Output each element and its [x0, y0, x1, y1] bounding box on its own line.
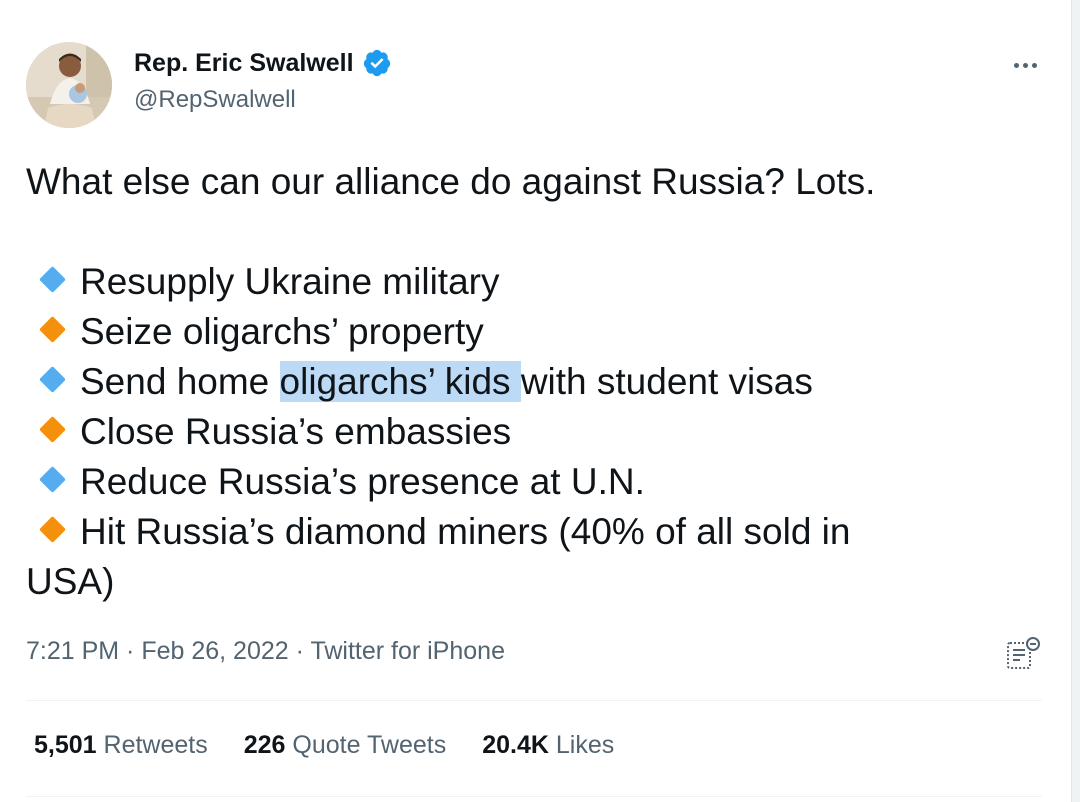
more-options-icon[interactable] [1010, 50, 1040, 80]
tweet-list-item: Resupply Ukraine military [26, 257, 1026, 307]
tweet-intro: What else can our alliance do against Ru… [26, 161, 876, 202]
divider [26, 796, 1042, 797]
tweet-list-item-continued: USA) [26, 561, 115, 602]
tweet-list-item: Reduce Russia’s presence at U.N. [26, 457, 1026, 507]
author-name-row[interactable]: Rep. Eric Swalwell [134, 48, 392, 78]
page-scroll-gutter [1072, 0, 1080, 802]
orange-diamond-icon [26, 516, 80, 546]
tweet-list-item: Seize oligarchs’ property [26, 307, 1026, 357]
author-display-name[interactable]: Rep. Eric Swalwell [134, 49, 354, 78]
orange-diamond-icon [26, 416, 80, 446]
meta-separator: · [288, 637, 311, 665]
blue-diamond-icon [26, 366, 80, 396]
divider [26, 700, 1042, 701]
meta-separator: · [119, 637, 142, 665]
tweet-stats: 5,501 Retweets 226 Quote Tweets 20.4K Li… [34, 731, 650, 760]
verified-badge-icon [363, 49, 390, 77]
tweet-list-item: Send home oligarchs’ kids with student v… [26, 357, 1026, 407]
blue-diamond-icon [26, 266, 80, 296]
blue-diamond-icon [26, 466, 80, 496]
orange-diamond-icon [26, 316, 80, 346]
tweet-date[interactable]: Feb 26, 2022 [141, 637, 288, 665]
text-selection-highlight[interactable]: oligarchs’ kids [279, 361, 521, 402]
avatar[interactable] [26, 42, 112, 128]
tweet-time[interactable]: 7:21 PM [26, 637, 119, 665]
retweets-stat[interactable]: 5,501 Retweets [34, 731, 208, 760]
tweet-text: What else can our alliance do against Ru… [26, 157, 1026, 607]
tweet-list-item: Hit Russia’s diamond miners (40% of all … [26, 507, 1026, 557]
tweet-meta: 7:21 PM · Feb 26, 2022 · Twitter for iPh… [26, 637, 505, 666]
tweet-list-item: Close Russia’s embassies [26, 407, 1026, 457]
author-handle[interactable]: @RepSwalwell [134, 86, 296, 114]
quote-tweets-stat[interactable]: 226 Quote Tweets [244, 731, 446, 760]
likes-stat[interactable]: 20.4K Likes [482, 731, 614, 760]
tweet-source[interactable]: Twitter for iPhone [310, 637, 505, 665]
analytics-icon[interactable] [1004, 636, 1042, 672]
